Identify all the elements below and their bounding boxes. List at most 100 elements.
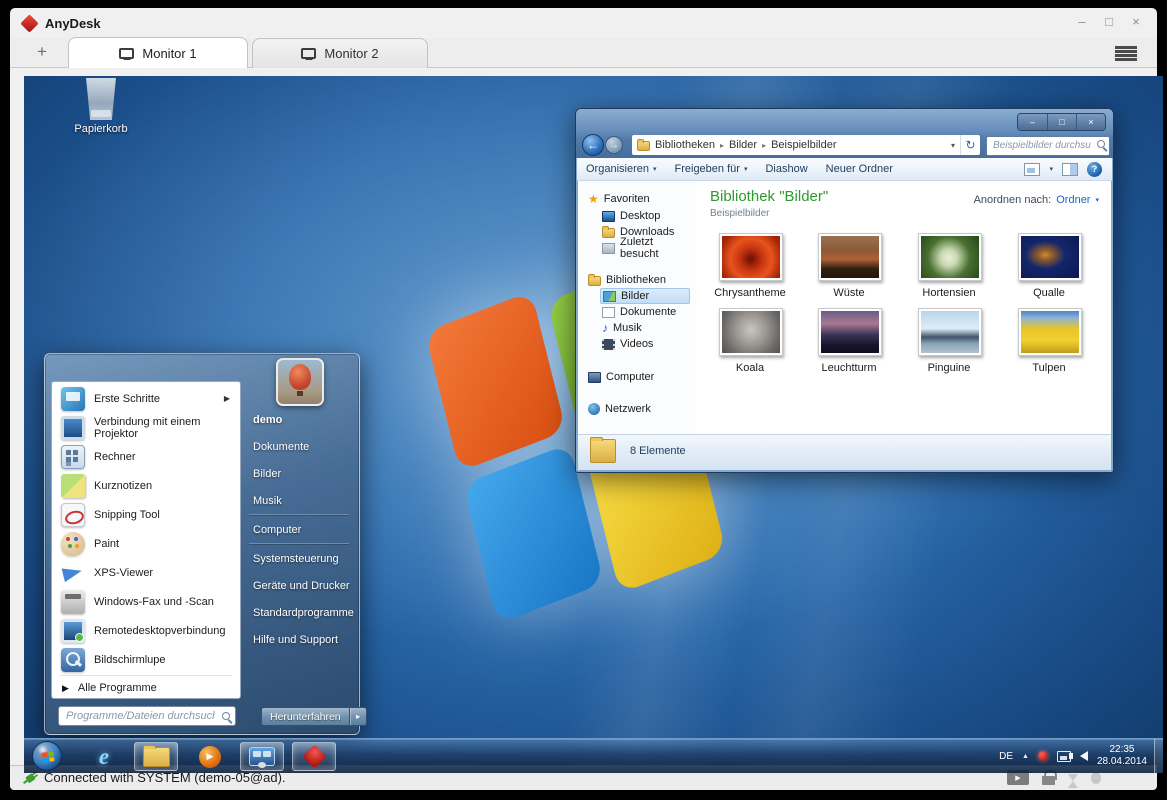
sidebar-item-dokumente[interactable]: Dokumente xyxy=(600,304,678,320)
explorer-search-input[interactable] xyxy=(986,136,1110,156)
start-item-snipping-tool[interactable]: Snipping Tool xyxy=(56,500,236,529)
computer-icon xyxy=(588,372,601,383)
views-dropdown-icon[interactable]: ▾ xyxy=(1049,165,1053,173)
anydesk-tray-icon[interactable] xyxy=(1038,751,1048,761)
start-item-paint[interactable]: Paint xyxy=(56,529,236,558)
sidebar-item-computer[interactable]: Computer xyxy=(586,369,656,385)
start-right-musik[interactable]: Musik xyxy=(253,492,357,510)
start-right-hilfe-support[interactable]: Hilfe und Support xyxy=(253,631,357,649)
help-icon[interactable]: ? xyxy=(1087,162,1102,177)
volume-tray-icon[interactable] xyxy=(1080,751,1088,761)
taskbar-remote-tool[interactable] xyxy=(240,742,284,771)
file-thumbnail[interactable] xyxy=(818,233,882,281)
sidebar-item-videos[interactable]: Videos xyxy=(600,336,655,352)
sidebar-item-favoriten[interactable]: ★Favoriten xyxy=(586,191,652,207)
start-right-systemsteuerung[interactable]: Systemsteuerung xyxy=(253,550,357,568)
start-user-demo[interactable]: demo xyxy=(253,411,357,429)
file-name[interactable]: Leuchtturm xyxy=(803,362,895,374)
explorer-maximize-button[interactable]: □ xyxy=(1047,114,1076,130)
file-name[interactable]: Koala xyxy=(704,362,796,374)
start-item-fax-scan[interactable]: Windows-Fax und -Scan xyxy=(56,587,236,616)
sidebar-item-desktop[interactable]: Desktop xyxy=(600,208,662,224)
maximize-button[interactable]: □ xyxy=(1102,14,1116,29)
sidebar-item-musik[interactable]: ♪Musik xyxy=(600,320,644,336)
file-name[interactable]: Qualle xyxy=(1003,287,1095,299)
start-search-input[interactable] xyxy=(58,706,236,726)
organize-button[interactable]: Organisieren ▾ xyxy=(577,158,666,180)
file-thumbnail[interactable] xyxy=(818,308,882,356)
file-thumbnail[interactable] xyxy=(918,233,982,281)
tray-clock[interactable]: 22:35 28.04.2014 xyxy=(1097,744,1147,768)
sidebar-item-zuletzt-besucht[interactable]: Zuletzt besucht xyxy=(600,240,696,256)
views-icon[interactable] xyxy=(1024,163,1040,176)
explorer-close-button[interactable]: × xyxy=(1076,114,1105,130)
new-folder-button[interactable]: Neuer Ordner xyxy=(817,158,902,180)
file-name[interactable]: Chrysantheme xyxy=(704,287,796,299)
share-button[interactable]: Freigeben für ▾ xyxy=(666,158,757,180)
forward-button[interactable]: → xyxy=(605,136,623,154)
explorer-main: Bibliothek "Bilder" Beispielbilder Anord… xyxy=(696,181,1111,434)
show-desktop-button[interactable] xyxy=(1154,739,1163,773)
tab-monitor-1[interactable]: Monitor 1 xyxy=(68,37,248,68)
breadcrumb-segment[interactable]: Bilder xyxy=(729,139,757,151)
taskbar-anydesk[interactable] xyxy=(292,742,336,771)
breadcrumb-segment[interactable]: Beispielbilder xyxy=(771,139,836,151)
start-item-erste-schritte[interactable]: Erste Schritte▶ xyxy=(56,384,236,413)
start-right-computer[interactable]: Computer xyxy=(253,521,357,539)
shutdown-button[interactable]: Herunterfahren xyxy=(261,707,350,726)
start-item-projektor[interactable]: Verbindung mit einem Projektor xyxy=(56,413,236,442)
start-right-standardprogramme[interactable]: Standardprogramme xyxy=(253,604,357,622)
taskbar-explorer[interactable] xyxy=(134,742,178,771)
all-programs-button[interactable]: ▶Alle Programme xyxy=(62,678,157,698)
start-item-rechner[interactable]: Rechner xyxy=(56,442,236,471)
start-item-bildschirmlupe[interactable]: Bildschirmlupe xyxy=(56,645,236,674)
tray-date: 28.04.2014 xyxy=(1097,756,1147,768)
preview-pane-icon[interactable] xyxy=(1062,163,1078,176)
file-thumbnail[interactable] xyxy=(1018,233,1082,281)
start-button[interactable] xyxy=(32,741,62,771)
back-button[interactable]: ← xyxy=(582,134,604,156)
remote-desktop[interactable]: Papierkorb – □ × ← → Bibliotheken ▸ Bild… xyxy=(24,76,1163,773)
sidebar-item-bibliotheken[interactable]: Bibliotheken xyxy=(586,272,668,288)
file-name[interactable]: Wüste xyxy=(803,287,895,299)
start-item-remotedesktop[interactable]: Remotedesktopverbindung xyxy=(56,616,236,645)
file-name[interactable]: Pinguine xyxy=(903,362,995,374)
thumbnail-image xyxy=(821,311,879,353)
refresh-button[interactable]: ↻ xyxy=(960,135,980,155)
monitor-icon xyxy=(301,48,316,59)
file-thumbnail[interactable] xyxy=(918,308,982,356)
menu-hamburger-icon[interactable] xyxy=(1115,46,1137,61)
arrange-by[interactable]: Anordnen nach: Ordner ▾ xyxy=(974,194,1099,206)
recycle-bin[interactable]: Papierkorb xyxy=(64,78,138,135)
start-right-geraete-drucker[interactable]: Geräte und Drucker xyxy=(253,577,357,595)
start-right-bilder[interactable]: Bilder xyxy=(253,465,357,483)
sidebar-item-bilder[interactable]: Bilder xyxy=(600,288,690,304)
address-bar[interactable]: Bibliotheken ▸ Bilder ▸ Beispielbilder ▾ xyxy=(632,135,960,155)
close-button[interactable]: × xyxy=(1129,14,1143,29)
breadcrumb-segment[interactable]: Bibliotheken xyxy=(655,139,715,151)
start-item-kurznotizen[interactable]: Kurznotizen xyxy=(56,471,236,500)
arrange-value[interactable]: Ordner xyxy=(1056,194,1090,206)
anydesk-diamond-icon xyxy=(302,744,326,768)
start-item-xps-viewer[interactable]: XPS-Viewer xyxy=(56,558,236,587)
file-name[interactable]: Tulpen xyxy=(1003,362,1095,374)
tab-monitor-2[interactable]: Monitor 2 xyxy=(252,38,428,68)
show-hidden-icons[interactable]: ▲ xyxy=(1022,753,1029,760)
user-avatar[interactable] xyxy=(276,358,324,406)
new-tab-button[interactable]: + xyxy=(32,42,52,62)
minimize-button[interactable]: – xyxy=(1075,14,1089,29)
file-thumbnail[interactable] xyxy=(1018,308,1082,356)
slideshow-button[interactable]: Diashow xyxy=(756,158,816,180)
sidebar-item-netzwerk[interactable]: Netzwerk xyxy=(586,401,653,417)
taskbar-internet-explorer[interactable]: e xyxy=(82,742,126,771)
explorer-minimize-button[interactable]: – xyxy=(1018,114,1047,130)
taskbar-media-player[interactable]: ▶ xyxy=(188,742,232,771)
shutdown-options-arrow[interactable]: ▸ xyxy=(350,707,367,726)
start-right-dokumente[interactable]: Dokumente xyxy=(253,438,357,456)
file-thumbnail[interactable] xyxy=(719,308,783,356)
explorer-statusbar: 8 Elemente xyxy=(578,434,1111,470)
file-thumbnail[interactable] xyxy=(719,233,783,281)
language-indicator[interactable]: DE xyxy=(999,751,1013,762)
file-name[interactable]: Hortensien xyxy=(903,287,995,299)
address-dropdown-icon[interactable]: ▾ xyxy=(951,141,955,150)
